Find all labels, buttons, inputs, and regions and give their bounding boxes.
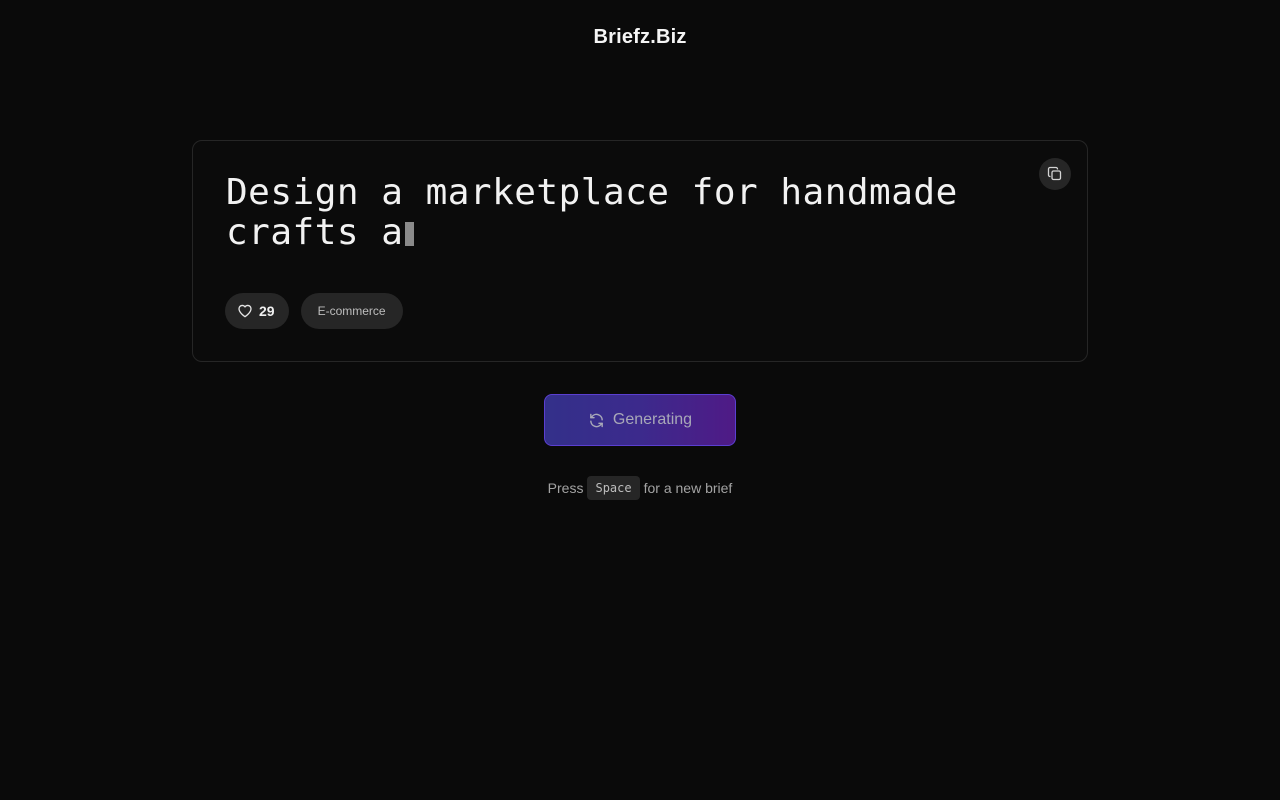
refresh-icon [590, 413, 603, 427]
brief-chips: 29 E-commerce [225, 293, 403, 329]
like-button[interactable]: 29 [225, 293, 289, 329]
brand-logo[interactable]: Briefz.Biz [0, 26, 1280, 49]
generate-label: Generating [612, 411, 693, 428]
brief-text-content: Design a marketplace for handmade crafts… [226, 172, 958, 253]
category-tag[interactable]: E-commerce [300, 293, 403, 329]
brief-text: Design a marketplace for handmade crafts… [226, 173, 1026, 253]
like-count: 29 [259, 303, 275, 319]
generate-button[interactable]: Generating [544, 394, 736, 446]
copy-button[interactable] [1039, 158, 1071, 190]
hint-suffix: for a new brief [643, 480, 733, 496]
page: Briefz.Biz Design a marketplace for hand… [0, 0, 1280, 800]
hint-prefix: Press [547, 480, 584, 496]
brief-card: Design a marketplace for handmade crafts… [192, 140, 1088, 362]
typing-cursor [405, 222, 415, 246]
heart-icon [238, 304, 252, 318]
copy-icon [1047, 166, 1062, 181]
keyboard-hint: Press Space for a new brief [0, 476, 1280, 500]
space-key: Space [587, 476, 640, 500]
